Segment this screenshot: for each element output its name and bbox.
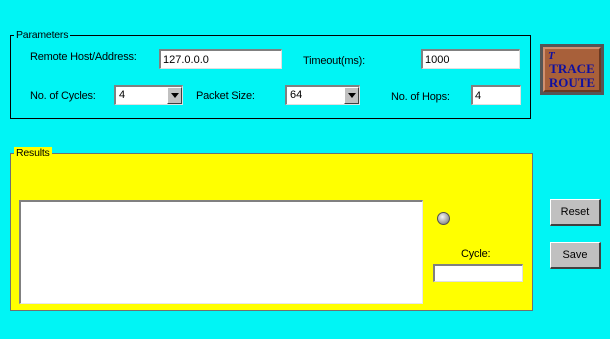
hops-input[interactable] xyxy=(471,85,521,105)
packet-size-dropdown-button[interactable] xyxy=(344,87,359,104)
trace-route-button[interactable]: T TRACE ROUTE xyxy=(540,44,604,95)
hops-label: No. of Hops: xyxy=(391,91,450,103)
cycle-input[interactable] xyxy=(433,264,523,282)
cycle-label: Cycle: xyxy=(461,248,491,260)
timeout-input[interactable] xyxy=(421,49,520,69)
results-group-title: Results xyxy=(14,147,52,159)
trace-label: TRACE xyxy=(549,61,595,76)
reset-button[interactable]: Reset xyxy=(550,199,601,226)
cycles-select-value: 4 xyxy=(119,89,126,101)
chevron-down-icon xyxy=(348,93,356,98)
cycles-label: No. of Cycles: xyxy=(30,90,96,102)
remote-host-input[interactable] xyxy=(159,49,282,69)
parameters-group: Parameters xyxy=(10,29,531,119)
trace-route-logo: T TRACE ROUTE xyxy=(543,47,601,92)
timeout-label: Timeout(ms): xyxy=(303,55,365,67)
packet-size-label: Packet Size: xyxy=(196,90,255,102)
status-led-icon xyxy=(437,212,450,225)
cycles-select[interactable]: 4 xyxy=(114,85,183,105)
packet-size-select[interactable]: 64 xyxy=(285,85,360,105)
remote-host-label: Remote Host/Address: xyxy=(30,51,137,63)
save-button[interactable]: Save xyxy=(550,242,601,269)
chevron-down-icon xyxy=(171,93,179,98)
cycles-dropdown-button[interactable] xyxy=(167,87,182,104)
route-label: ROUTE xyxy=(548,75,596,90)
results-output-list[interactable] xyxy=(19,200,423,304)
parameters-group-title: Parameters xyxy=(14,29,71,41)
packet-size-select-value: 64 xyxy=(290,89,303,101)
